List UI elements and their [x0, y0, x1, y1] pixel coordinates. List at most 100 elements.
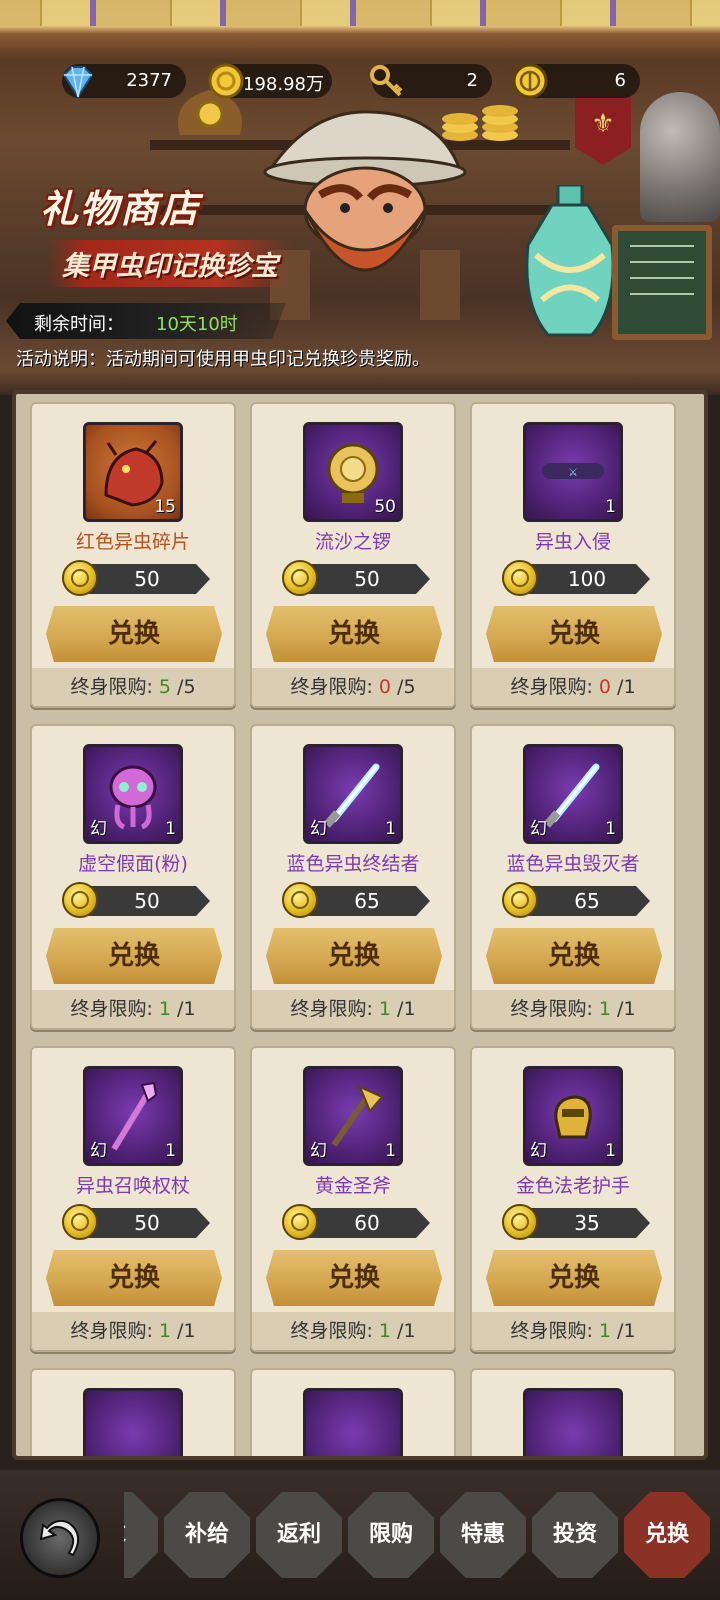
shop-item-panel[interactable]: 15 红色异虫碎片 50 兑换 终身限购: 5 /5 50 流沙之锣 50 兑换… [12, 390, 708, 1460]
exchange-button[interactable]: 兑换 [266, 1250, 442, 1306]
limit-used: 0 [598, 676, 611, 698]
exchange-button[interactable]: 兑换 [266, 606, 442, 662]
gauntlet-icon [554, 1095, 592, 1139]
item-icon-frame[interactable] [83, 1388, 183, 1456]
purchase-limit: 终身限购: 1 /1 [472, 1312, 674, 1350]
item-icon-frame[interactable] [523, 1388, 623, 1456]
heraldic-pennant: ⚜ [575, 95, 631, 165]
exchange-button[interactable]: 兑换 [46, 1250, 222, 1306]
shop-item-card[interactable]: 幻 1 蓝色异虫终结者 65 兑换 终身限购: 1 /1 [250, 724, 456, 1030]
shop-item-card[interactable]: 幻 1 金色法老护手 35 兑换 终身限购: 1 /1 [470, 1046, 676, 1352]
huan-mark: 幻 [90, 1141, 107, 1161]
axe-icon [331, 1085, 384, 1147]
limit-label: 终身限购: [290, 998, 373, 1020]
tab-5[interactable]: 投资 [532, 1492, 618, 1578]
purchase-limit: 终身限购: 1 /1 [472, 990, 674, 1028]
limit-used: 1 [378, 998, 391, 1020]
tab-4[interactable]: 特惠 [440, 1492, 526, 1578]
shop-item-card[interactable] [30, 1368, 236, 1456]
limit-used: 1 [378, 1320, 391, 1342]
shop-item-card[interactable]: 15 红色异虫碎片 50 兑换 终身限购: 5 /5 [30, 402, 236, 708]
shop-item-card[interactable] [250, 1368, 456, 1456]
limit-total: /1 [177, 1320, 196, 1342]
limit-used: 5 [158, 676, 171, 698]
item-name: 异虫召唤权杖 [75, 1175, 190, 1197]
shop-item-card[interactable]: 幻 1 虚空假面(粉) 50 兑换 终身限购: 1 /1 [30, 724, 236, 1030]
item-icon-frame[interactable]: 15 [83, 422, 183, 522]
exchange-button[interactable]: 兑换 [486, 1250, 662, 1306]
shop-subtitle: 集甲虫印记换珍宝 [48, 240, 292, 287]
huan-mark: 幻 [530, 1141, 547, 1161]
item-icon-frame[interactable] [303, 1388, 403, 1456]
huan-mark: 幻 [530, 819, 547, 839]
exchange-button[interactable]: 兑换 [46, 928, 222, 984]
purchase-limit: 终身限购: 0 /1 [472, 668, 674, 706]
limit-total: /1 [177, 998, 196, 1020]
nav-tabs: 求补给返利限购特惠投资兑换 [124, 1492, 720, 1582]
shop-item-card[interactable]: 幻 1 异虫召唤权杖 50 兑换 终身限购: 1 /1 [30, 1046, 236, 1352]
item-quantity: 50 [374, 497, 396, 517]
shop-item-card[interactable]: ⚔ 1 异虫入侵 100 兑换 终身限购: 0 /1 [470, 402, 676, 708]
shop-banner: ⚜ 2377 198.98万 2 6 礼物商店 集甲虫印记换珍宝 剩余时间： 1… [0, 0, 720, 395]
currency-beetle-seal: 6 [512, 63, 640, 99]
tab-6[interactable]: 兑换 [624, 1492, 710, 1578]
huan-mark: 幻 [90, 819, 107, 839]
item-icon-frame[interactable]: 50 [303, 422, 403, 522]
limit-label: 终身限购: [290, 1320, 373, 1342]
exchange-button[interactable]: 兑换 [486, 606, 662, 662]
item-name: 黄金圣斧 [314, 1175, 391, 1197]
item-quantity: 1 [385, 1141, 396, 1161]
exchange-button[interactable]: 兑换 [486, 928, 662, 984]
huan-mark: 幻 [310, 1141, 327, 1161]
timer-label: 剩余时间： [34, 314, 124, 335]
purchase-limit: 终身限购: 5 /5 [32, 668, 234, 706]
currency-key: 2 [370, 64, 492, 98]
limit-label: 终身限购: [290, 676, 373, 698]
item-icon-frame[interactable]: ⚔ 1 [523, 422, 623, 522]
shop-item-card[interactable] [470, 1368, 676, 1456]
limit-total: /1 [397, 998, 416, 1020]
shop-item-card[interactable]: 50 流沙之锣 50 兑换 终身限购: 0 /5 [250, 402, 456, 708]
currency-value: 2377 [126, 70, 172, 91]
event-description: 活动说明：活动期间可使用甲虫印记兑换珍贵奖励。 [16, 349, 430, 370]
shop-title: 礼物商店 [40, 187, 201, 231]
shop-item-card[interactable]: 幻 1 黄金圣斧 60 兑换 终身限购: 1 /1 [250, 1046, 456, 1352]
invasion-icon: ⚔ [542, 463, 604, 479]
chalkboard-sign [612, 225, 712, 340]
limit-label: 终身限购: [510, 998, 593, 1020]
beetle-seal-icon [502, 882, 538, 918]
item-name: 异虫入侵 [534, 531, 611, 553]
limit-label: 终身限购: [510, 1320, 593, 1342]
purchase-limit: 终身限购: 1 /1 [32, 1312, 234, 1350]
limit-label: 终身限购: [70, 998, 153, 1020]
item-name: 蓝色异虫毁灭者 [506, 853, 640, 875]
exchange-button[interactable]: 兑换 [46, 606, 222, 662]
currency-value: 198.98万 [243, 74, 324, 95]
lightsaber-icon [323, 763, 380, 828]
item-icon-frame[interactable]: 幻 1 [523, 1066, 623, 1166]
tab-0[interactable]: 求 [124, 1492, 158, 1578]
tab-2[interactable]: 返利 [256, 1492, 342, 1578]
item-icon-frame[interactable]: 幻 1 [83, 744, 183, 844]
purchase-limit: 终身限购: 1 /1 [32, 990, 234, 1028]
item-name: 金色法老护手 [515, 1175, 630, 1197]
shop-item-card[interactable]: 幻 1 蓝色异虫毁灭者 65 兑换 终身限购: 1 /1 [470, 724, 676, 1030]
limit-total: /1 [617, 676, 636, 698]
beetle-seal-icon [62, 1204, 98, 1240]
exchange-button[interactable]: 兑换 [266, 928, 442, 984]
svg-text:⚔: ⚔ [568, 466, 578, 479]
back-button[interactable] [20, 1498, 100, 1578]
currency-diamond: 2377 [62, 64, 186, 99]
item-quantity: 1 [165, 1141, 176, 1161]
item-quantity: 15 [154, 497, 176, 517]
beetle-seal-icon [62, 882, 98, 918]
item-icon-frame[interactable]: 幻 1 [303, 1066, 403, 1166]
tab-3[interactable]: 限购 [348, 1492, 434, 1578]
scepter-icon [111, 1081, 158, 1151]
item-icon-frame[interactable]: 幻 1 [523, 744, 623, 844]
limit-label: 终身限购: [510, 676, 593, 698]
item-icon-frame[interactable]: 幻 1 [303, 744, 403, 844]
item-name: 虚空假面(粉) [78, 853, 188, 875]
item-icon-frame[interactable]: 幻 1 [83, 1066, 183, 1166]
tab-1[interactable]: 补给 [164, 1492, 250, 1578]
